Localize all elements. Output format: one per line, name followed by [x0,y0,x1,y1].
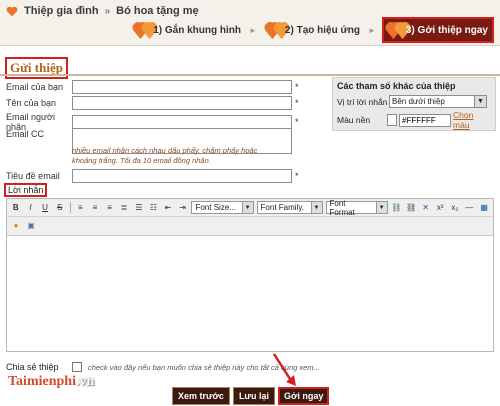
subject-row: Tiêu đề email * [6,169,299,183]
share-checkbox[interactable] [72,362,82,372]
message-editor-area[interactable] [7,235,493,351]
position-select[interactable]: Bên dưới thiệp ▼ [389,95,487,108]
step-indicator: 1) Gắn khung hình ► 2) Tạo hiệu ứng ► 3)… [131,17,494,43]
pick-color-link[interactable]: Chọn màu [453,110,491,130]
sender-name-row: Tên của bạn * [6,96,299,110]
step-arrow-icon: ► [367,25,376,35]
watermark-logo: Taimienphi.vn [8,374,94,390]
font-family-select[interactable]: Font Family. ▼ [256,201,323,214]
font-format-value: Font Format [329,198,355,217]
align-justify-icon[interactable]: ≣ [118,202,130,214]
breadcrumb-current: Bó hoa tặng mẹ [116,5,199,17]
strikethrough-icon[interactable]: S [54,202,66,214]
chevron-down-icon: ▼ [474,96,486,107]
font-size-select[interactable]: Font Size... ▼ [191,201,254,214]
breadcrumb-separator: » [104,5,111,17]
options-panel-title: Các tham số khác của thiệp [337,81,456,91]
required-mark: * [295,117,299,127]
watermark-brand: Taimienphi [8,374,76,389]
sender-name-label: Tên của bạn [6,98,57,108]
horizontal-rule-icon[interactable]: — [464,202,476,214]
editor-toolbar: B I U S ≡ ≡ ≡ ≣ ☰ ☷ ⇤ ⇥ Font Size... ▼ F… [7,199,493,217]
align-left-icon[interactable]: ≡ [74,202,86,214]
top-bar: Thiệp gia đình » Bó hoa tặng mẹ 1) Gắn k… [0,0,500,46]
sender-email-row: Email của bạn * [6,80,299,94]
step-label: 3) Gởi thiệp ngay [405,24,488,36]
share-label: Chia sẻ thiệp [6,362,59,372]
step-label: 1) Gắn khung hình [153,24,241,36]
rich-text-editor: B I U S ≡ ≡ ≡ ≣ ☰ ☷ ⇤ ⇥ Font Size... ▼ F… [6,198,494,352]
italic-icon[interactable]: I [25,202,37,214]
editor-toolbar-secondary: ● ▣ [7,217,493,233]
step-send[interactable]: 3) Gởi thiệp ngay [381,17,494,43]
watermark-tld: .vn [75,374,95,389]
bgcolor-input[interactable] [399,113,452,127]
breadcrumb: Thiệp gia đình » Bó hoa tặng mẹ [6,5,199,17]
superscript-icon[interactable]: x² [434,202,446,214]
form-actions: Xem trước Lưu lại Gởi ngay [172,387,330,405]
position-select-value: Bên dưới thiệp [392,97,445,106]
font-format-select[interactable]: Font Format ▼ [325,198,388,217]
html-source-icon[interactable]: ▦ [478,202,490,214]
bgcolor-row: Màu nền Chọn màu [333,109,495,131]
color-swatch [387,114,398,126]
chevron-down-icon: ▼ [310,202,322,213]
step-frame[interactable]: 1) Gắn khung hình [131,18,243,42]
image-icon[interactable]: ▣ [25,219,37,231]
bgcolor-label: Màu nền [337,115,371,125]
breadcrumb-section[interactable]: Thiệp gia đình [24,5,99,17]
position-row: Vị trí lời nhắn Bên dưới thiệp ▼ [333,94,495,109]
underline-icon[interactable]: U [39,202,51,214]
numbered-list-icon[interactable]: ☷ [148,202,160,214]
bullet-list-icon[interactable]: ☰ [133,202,145,214]
send-button[interactable]: Gởi ngay [277,387,330,405]
cc-hint: nhiều email nhận cách nhau dấu phẩy, chấ… [72,146,258,165]
chevron-down-icon: ▼ [375,202,387,213]
outdent-icon[interactable]: ⇤ [162,202,174,214]
unlink-icon[interactable]: ⛓ [405,202,417,214]
arrow-annotation-icon [272,353,296,386]
subject-label: Tiêu đề email [6,171,60,181]
sender-email-label: Email của bạn [6,82,64,92]
message-label: Lời nhắn [4,183,48,197]
font-size-value: Font Size... [195,203,236,212]
link-icon[interactable]: ⛓ [391,202,403,214]
required-mark: * [295,171,299,181]
align-right-icon[interactable]: ≡ [104,202,116,214]
subject-input[interactable] [72,169,292,183]
required-mark: * [295,82,299,92]
step-label: 2) Tạo hiệu ứng [284,24,360,36]
toolbar-divider [69,202,71,213]
bold-icon[interactable]: B [10,202,22,214]
align-center-icon[interactable]: ≡ [89,202,101,214]
recipient-email-input[interactable] [72,115,292,129]
preview-button[interactable]: Xem trước [172,387,230,405]
cc-label: Email CC [6,129,45,139]
indent-icon[interactable]: ⇥ [177,202,189,214]
emoticon-icon[interactable]: ● [10,219,22,231]
sender-email-input[interactable] [72,80,292,94]
save-button[interactable]: Lưu lại [232,387,275,405]
required-mark: * [295,98,299,108]
step-effects[interactable]: 2) Tạo hiệu ứng [263,18,362,42]
clear-format-icon[interactable]: ✕ [420,202,432,214]
subscript-icon[interactable]: x₂ [449,202,461,214]
font-family-value: Font Family. [260,203,304,212]
sender-name-input[interactable] [72,96,292,110]
chevron-down-icon: ▼ [241,202,253,213]
section-divider [0,74,500,76]
position-label: Vị trí lời nhắn [337,96,388,107]
step-arrow-icon: ► [249,25,257,35]
heart-icon [6,6,18,16]
options-panel: Các tham số khác của thiệp Vị trí lời nh… [332,77,496,131]
